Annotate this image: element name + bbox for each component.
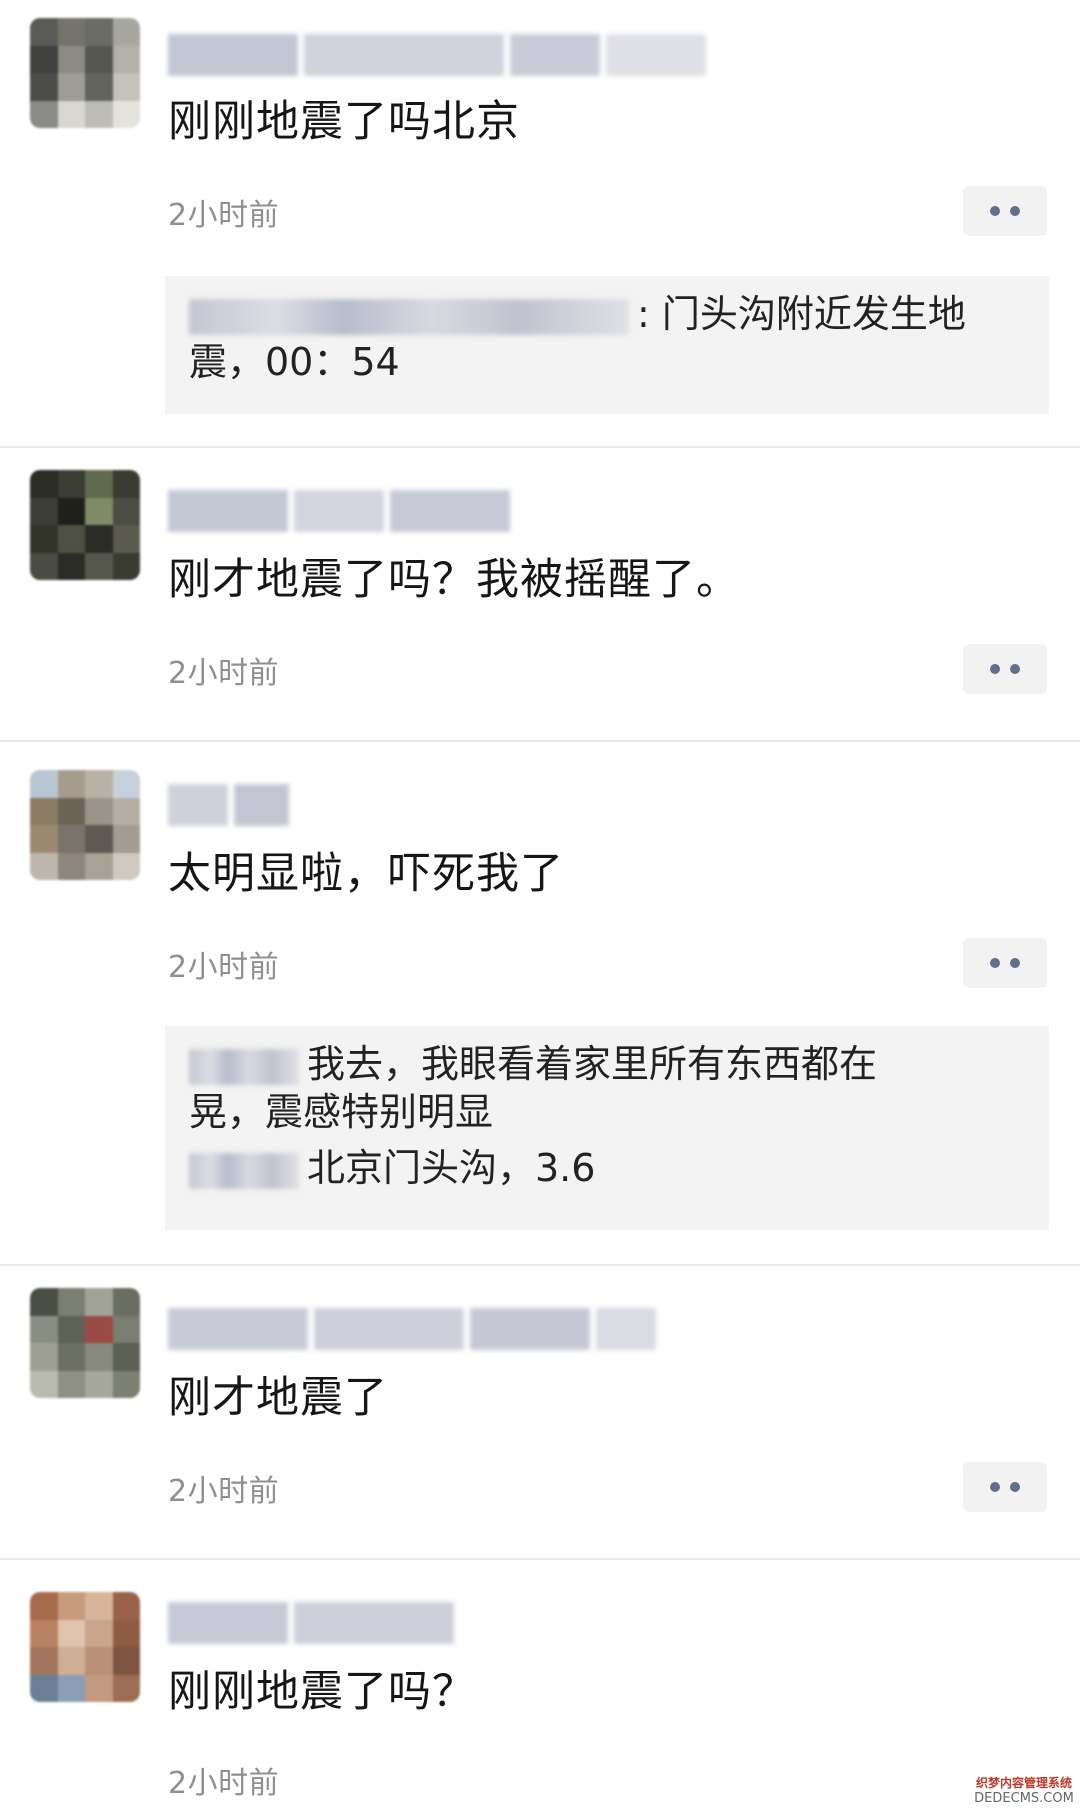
- reply-author-blurred[interactable]: [189, 1048, 299, 1085]
- username-blurred[interactable]: [168, 34, 706, 76]
- username-blurred[interactable]: [168, 784, 289, 826]
- reply-author-blurred[interactable]: [189, 298, 629, 335]
- comment-time: 2小时前: [168, 656, 280, 691]
- avatar[interactable]: [30, 1592, 140, 1702]
- reply-line: : 门头沟附近发生地: [189, 290, 1025, 338]
- comment-item: 刚才地震了 2小时前: [0, 1266, 1080, 1558]
- comment-item: 太明显啦，吓死我了 2小时前 我去，我眼看着家里所有东西都在 晃，震感特别明显 …: [0, 742, 1080, 1264]
- reply-line: 震，00：54: [189, 338, 1025, 386]
- comment-time: 2小时前: [168, 950, 280, 985]
- reply-author-blurred[interactable]: [189, 1152, 299, 1189]
- more-dots-icon[interactable]: [963, 644, 1047, 694]
- reply-text: 北京门头沟，3.6: [307, 1146, 596, 1190]
- watermark: 织梦内容管理系统 DEDECMS.COM: [968, 1776, 1080, 1812]
- avatar[interactable]: [30, 770, 140, 880]
- reply-text: : 门头沟附近发生地: [637, 292, 966, 336]
- comment-text: 太明显啦，吓死我了: [168, 849, 564, 899]
- reply-text: 我去，我眼看着家里所有东西都在: [307, 1042, 878, 1086]
- avatar[interactable]: [30, 1288, 140, 1398]
- username-blurred[interactable]: [168, 1308, 656, 1350]
- comment-item: 刚刚地震了吗北京 2小时前 : 门头沟附近发生地 震，00：54: [0, 0, 1080, 446]
- avatar[interactable]: [30, 470, 140, 580]
- reply-text: 晃，震感特别明显: [189, 1090, 494, 1134]
- comment-time: 2小时前: [168, 1766, 280, 1801]
- more-dots-icon[interactable]: [963, 938, 1047, 988]
- reply-line: 北京门头沟，3.6: [189, 1144, 1025, 1192]
- avatar[interactable]: [30, 18, 140, 128]
- comment-text: 刚才地震了吗？我被摇醒了。: [168, 555, 740, 605]
- more-dots-icon[interactable]: [963, 1462, 1047, 1512]
- watermark-line1: 织梦内容管理系统: [975, 1776, 1072, 1790]
- more-dots-icon[interactable]: [963, 186, 1047, 236]
- reply-box: : 门头沟附近发生地 震，00：54: [165, 276, 1049, 414]
- reply-line: 我去，我眼看着家里所有东西都在: [189, 1040, 1025, 1088]
- comment-time: 2小时前: [168, 198, 280, 233]
- comment-text: 刚刚地震了吗？: [168, 1667, 476, 1717]
- watermark-line2: DEDECMS.COM: [974, 1791, 1074, 1806]
- comment-item: 刚才地震了吗？我被摇醒了。 2小时前: [0, 448, 1080, 738]
- username-blurred[interactable]: [168, 490, 510, 532]
- reply-text: 震，00：54: [189, 340, 400, 384]
- comment-text: 刚才地震了: [168, 1373, 388, 1423]
- reply-box: 我去，我眼看着家里所有东西都在 晃，震感特别明显 北京门头沟，3.6: [165, 1026, 1049, 1230]
- comment-text: 刚刚地震了吗北京: [168, 97, 520, 147]
- reply-line: 晃，震感特别明显: [189, 1088, 1025, 1136]
- comment-time: 2小时前: [168, 1474, 280, 1509]
- comment-item: 刚刚地震了吗？ 2小时前: [0, 1560, 1080, 1814]
- username-blurred[interactable]: [168, 1602, 454, 1644]
